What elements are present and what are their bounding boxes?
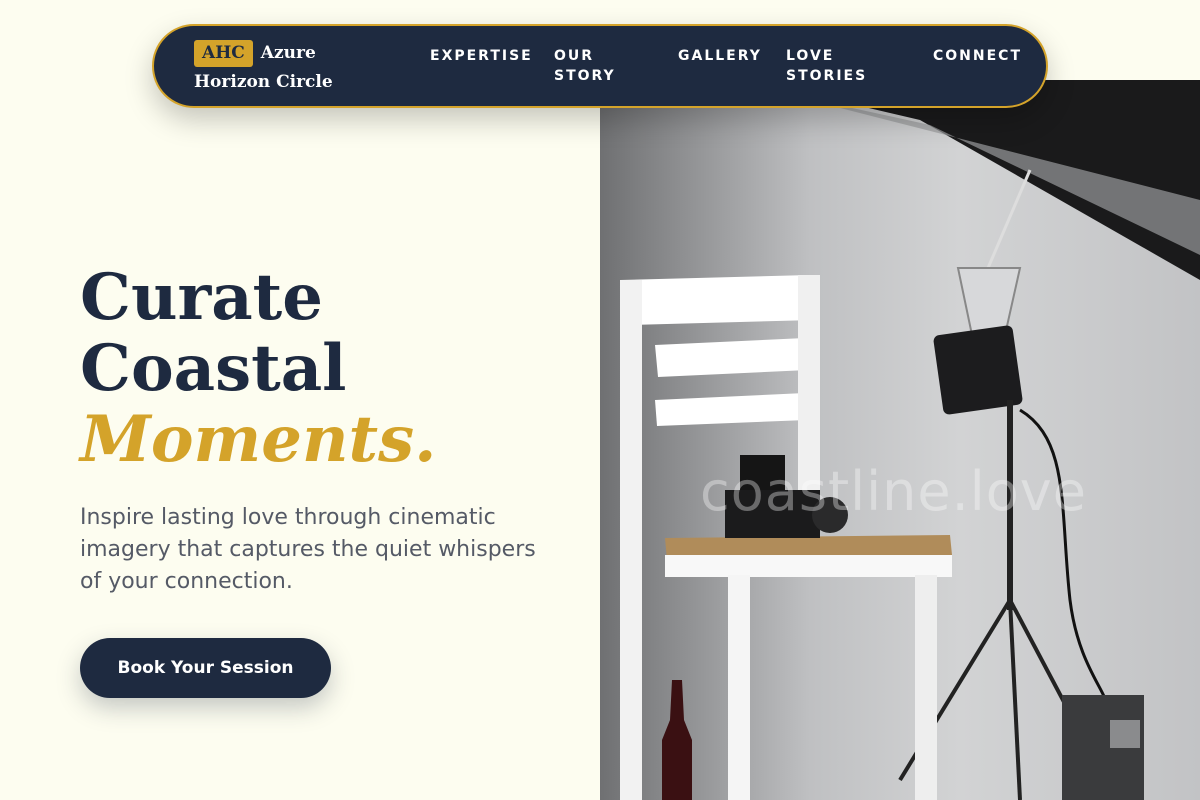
brand-logo[interactable]: AHC Azure Horizon Circle (194, 39, 394, 97)
headline-line-1: Curate (80, 260, 323, 335)
hero-photo: coastline.love (600, 80, 1200, 800)
nav-expertise[interactable]: EXPERTISE (430, 46, 533, 66)
headline-line-2: Coastal (80, 331, 347, 406)
top-navigation: AHC Azure Horizon Circle EXPERTISE OUR ST… (152, 24, 1048, 108)
nav-love-stories[interactable]: LOVE STORIES (786, 46, 896, 86)
book-session-button[interactable]: Book Your Session (80, 638, 331, 698)
hero-subtitle: Inspire lasting love through cinematic i… (80, 505, 536, 594)
logo-badge: AHC (194, 40, 253, 67)
nav-gallery[interactable]: GALLERY (678, 46, 762, 66)
nav-our-story[interactable]: OUR STORY (554, 46, 644, 86)
hero-headline: Curate Coastal Moments. (80, 262, 436, 475)
umbrella-shape (750, 80, 1200, 280)
studio-illustration (620, 80, 1200, 800)
nav-connect[interactable]: CONNECT (933, 46, 1022, 66)
watermark-text: coastline.love (700, 460, 1087, 523)
headline-accent: Moments. (80, 402, 437, 477)
